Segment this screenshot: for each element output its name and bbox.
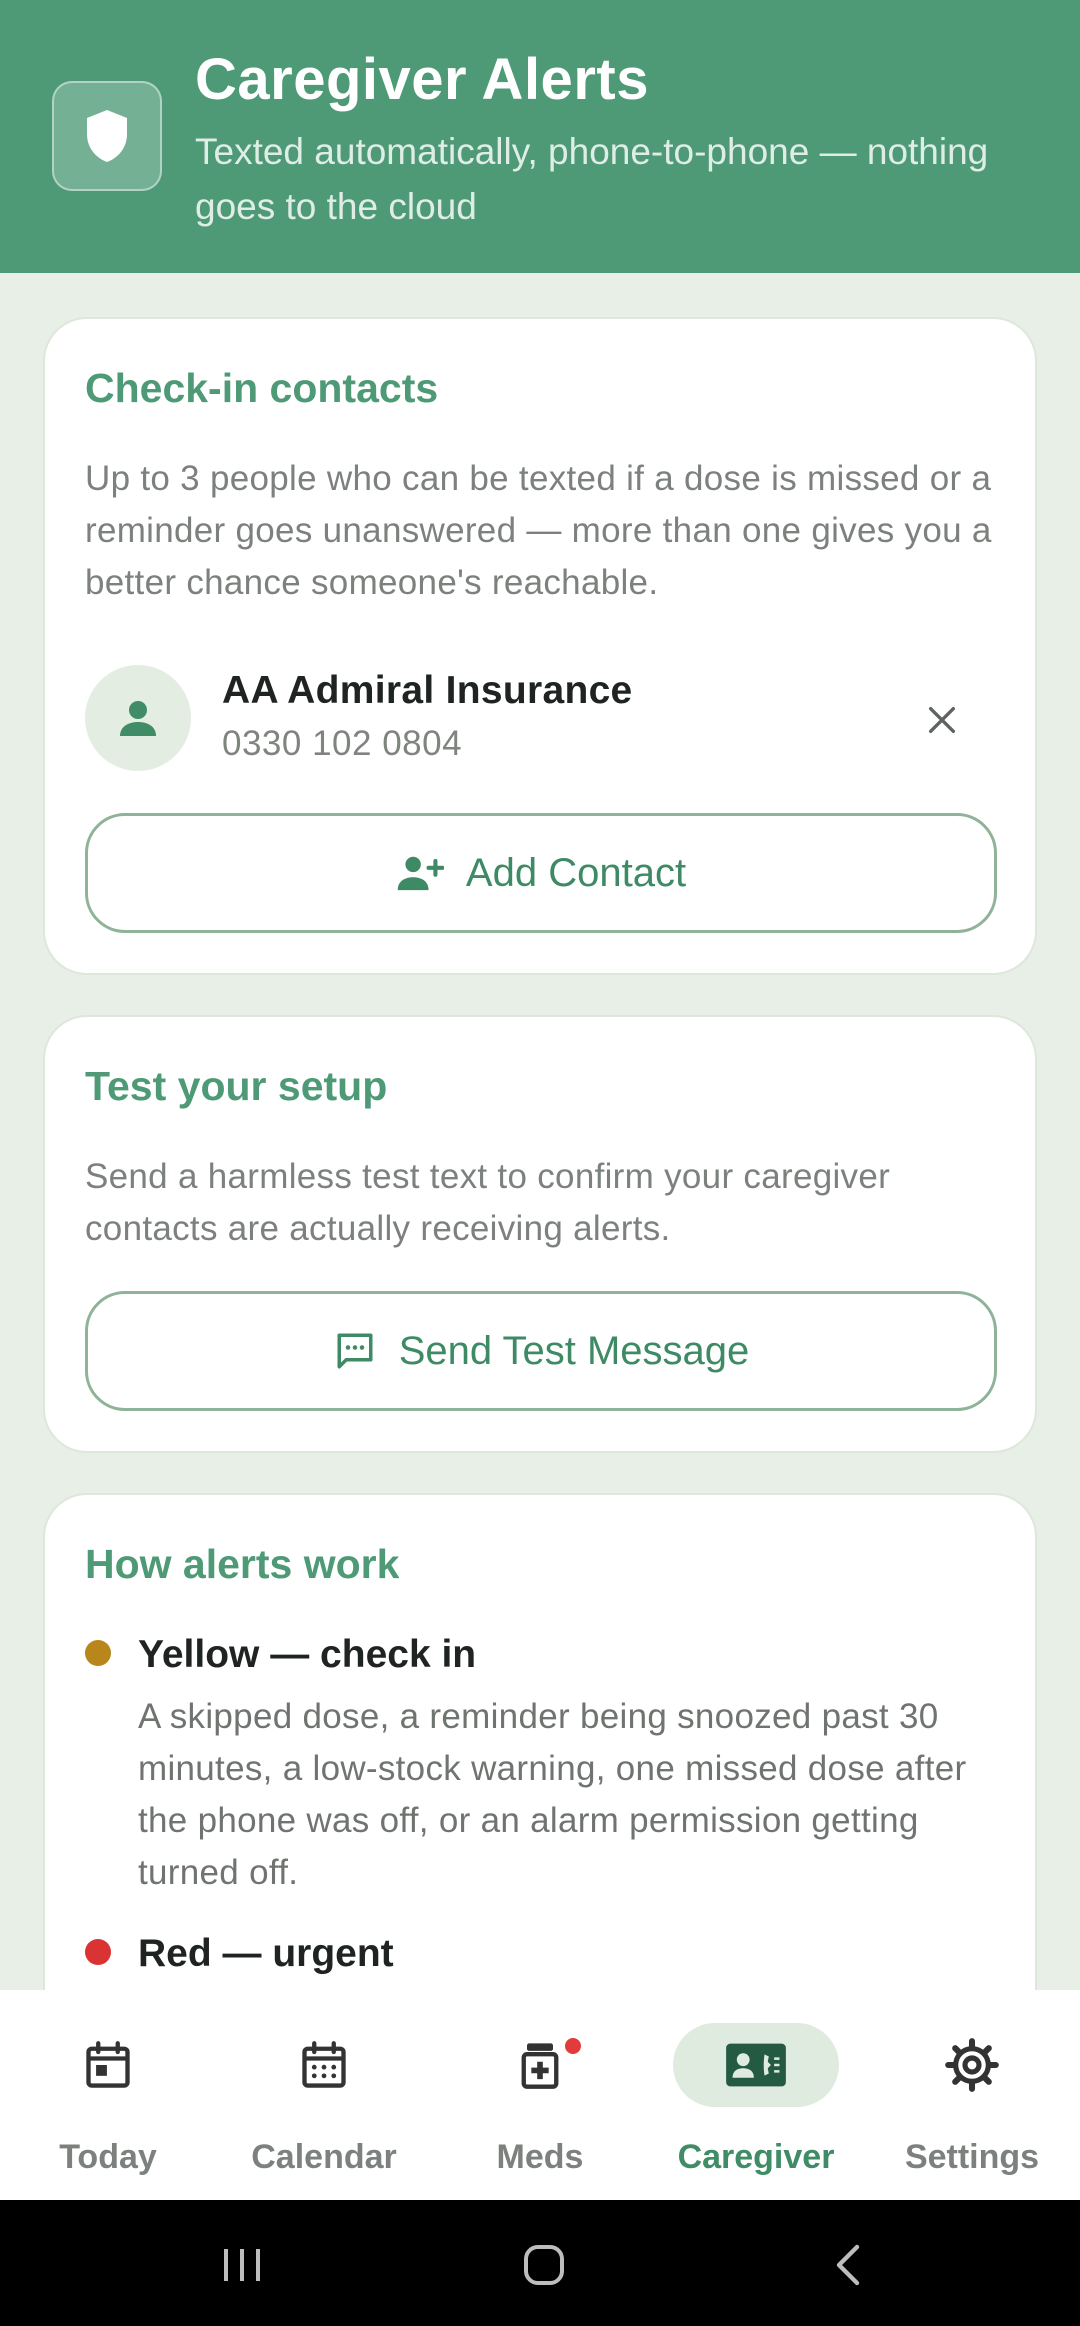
contacts-card-description: Up to 3 people who can be texted if a do… [85, 459, 992, 602]
home-button[interactable] [509, 2230, 579, 2300]
back-button[interactable] [812, 2230, 882, 2300]
shield-icon [87, 110, 127, 162]
alerts-card: How alerts work Yellow — check in A skip… [43, 1493, 1037, 2053]
close-icon [928, 706, 956, 734]
app-header: Caregiver Alerts Texted automatically, p… [0, 0, 1080, 273]
gear-icon [945, 2038, 999, 2092]
nav-item-meds[interactable]: Meds [432, 1990, 648, 2200]
remove-contact-button[interactable] [911, 689, 973, 751]
nav-label: Settings [904, 2138, 1040, 2176]
contacts-card: Check-in contacts Up to 3 people who can… [43, 317, 1037, 975]
contact-phone-icon [726, 2043, 786, 2087]
nav-item-caregiver[interactable]: Caregiver [648, 1990, 864, 2200]
calendar-today-icon [86, 2041, 130, 2088]
test-card-description: Send a harmless test text to confirm you… [85, 1157, 891, 1248]
bottom-navigation: Today Calendar Meds Caregiver Settings [0, 1990, 1080, 2200]
nav-label: Calendar [251, 2138, 397, 2176]
nav-label: Today [59, 2138, 157, 2176]
recent-apps-icon [224, 2249, 260, 2281]
contact-avatar [85, 665, 191, 771]
message-icon [337, 1333, 373, 1369]
nav-item-today[interactable]: Today [0, 1990, 216, 2200]
back-icon [836, 2244, 860, 2286]
medication-icon [521, 2043, 559, 2089]
add-contact-label: Add Contact [465, 850, 687, 895]
test-card-title: Test your setup [85, 1063, 388, 1109]
person-icon [120, 701, 156, 736]
page-title: Caregiver Alerts [195, 47, 649, 112]
red-dot-icon [85, 1939, 111, 1965]
nav-label: Caregiver [677, 2138, 835, 2176]
contact-phone: 0330 102 0804 [222, 724, 463, 763]
test-card: Test your setup Send a harmless test tex… [43, 1015, 1037, 1453]
alert-level-description: A skipped dose, a reminder being snoozed… [138, 1697, 967, 1892]
recent-apps-button[interactable] [207, 2230, 277, 2300]
send-test-message-button[interactable]: Send Test Message [85, 1291, 997, 1411]
calendar-month-icon [302, 2041, 346, 2088]
alert-level-title: Yellow — check in [138, 1633, 477, 1676]
contacts-card-title: Check-in contacts [85, 365, 439, 411]
system-navigation-bar [0, 2200, 1080, 2326]
nav-item-settings[interactable]: Settings [864, 1990, 1080, 2200]
yellow-dot-icon [85, 1640, 111, 1666]
alert-level-title: Red — urgent [138, 1932, 394, 1975]
contact-name: AA Admiral Insurance [222, 669, 633, 712]
home-icon [524, 2245, 564, 2285]
page-subtitle: Texted automatically, phone-to-phone — n… [195, 131, 989, 227]
add-contact-button[interactable]: Add Contact [85, 813, 997, 933]
notification-badge [563, 2036, 583, 2056]
nav-item-calendar[interactable]: Calendar [216, 1990, 432, 2200]
send-test-message-label: Send Test Message [398, 1328, 750, 1373]
nav-label: Meds [496, 2138, 584, 2176]
header-shield-badge [52, 81, 162, 191]
add-person-icon [397, 856, 444, 891]
alerts-card-title: How alerts work [85, 1541, 400, 1587]
